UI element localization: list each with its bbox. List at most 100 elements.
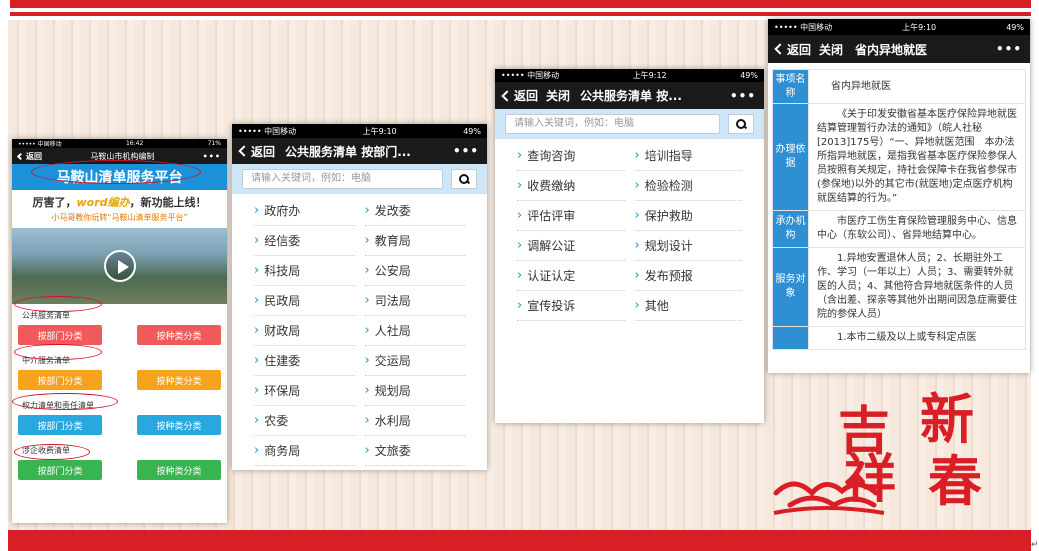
back-button[interactable]: 返回 [16,151,42,162]
grid-item-label: 规划局 [374,384,411,398]
close-button[interactable]: 关闭 [819,41,843,58]
grid-item[interactable]: › 规划局 [364,376,465,406]
chevron-right-icon: › [634,268,640,283]
grid-item[interactable]: › 保护救助 [634,201,742,231]
grid-item[interactable]: › 水利局 [364,406,465,436]
video-thumbnail[interactable] [12,228,227,304]
grid-item[interactable]: › 商务局 [254,436,355,466]
chevron-right-icon: › [364,203,370,218]
grid-item-label: 培训指导 [644,149,693,163]
grid-item[interactable]: › 人社局 [364,316,465,346]
grid-item[interactable]: › 认证认定 [517,261,625,291]
by-category-button[interactable]: 按种类分类 [137,460,221,480]
row-value: 《关于印发安徽省基本医疗保险异地就医结算管理暂行办法的通知》（皖人社秘[2013… [808,103,1026,211]
table-row: 1.本市二级及以上或专科定点医 [772,326,1026,350]
grid-item-label: 经信委 [264,234,301,248]
more-menu-icon[interactable]: ••• [996,42,1022,56]
by-department-button[interactable]: 按部门分类 [18,325,102,345]
chevron-right-icon: › [254,233,260,248]
phone-service-detail: ••••• 中国移动 上午9:10 49% 返回 关闭 省内异地就医 ••• 事… [768,19,1030,373]
back-button[interactable]: 返回 [238,143,275,160]
more-menu-icon[interactable]: ••• [453,144,479,158]
grid-item-label: 公安局 [374,264,411,278]
promo-subline: 小马哥教你玩转“马鞍山清单服务平台” [51,213,188,222]
grid-item-label: 发改委 [374,204,411,218]
by-department-button[interactable]: 按部门分类 [18,370,102,390]
battery-label: 49% [1006,22,1024,32]
status-bar: ••••• 中国移动 上午9:10 49% [768,19,1030,35]
by-department-button[interactable]: 按部门分类 [18,460,102,480]
grid-item[interactable]: › 培训指导 [634,141,742,171]
grid-item-label: 财政局 [264,324,301,338]
grid-item-label: 评估评审 [527,209,576,223]
row-value: 1.异地安置退休人员；2、长期驻外工作、学习（一年以上）人员；3、需要转外就医的… [808,247,1026,327]
row-label: 服务对象 [772,247,809,327]
grid-item[interactable]: › 宣传投诉 [517,291,625,321]
grid-item-label: 司法局 [374,294,411,308]
chevron-right-icon: › [254,443,260,458]
chevron-right-icon: › [364,233,370,248]
more-menu-icon[interactable]: ••• [730,89,756,103]
back-button[interactable]: 返回 [501,87,538,104]
close-button[interactable]: 关闭 [546,87,570,104]
chevron-right-icon: › [634,208,640,223]
grid-item[interactable]: › 政府办 [254,196,355,226]
table-row: 承办机构 市医疗工伤生育保险管理服务中心、信息中心（东软公司）、省异地结算中心。 [772,210,1026,248]
more-menu-icon[interactable]: ••• [203,152,221,161]
row-label: 事项名称 [772,69,809,104]
nav-title: 省内异地就医 [855,42,928,57]
grid-item-label: 人社局 [374,324,411,338]
highlight-ellipse [31,160,201,184]
search-button[interactable] [728,114,754,134]
grid-item[interactable]: › 其他 [634,291,742,321]
clock-label: 上午9:10 [362,126,397,136]
grid-item[interactable]: › 经信委 [254,226,355,256]
table-row: 办理依据 《关于印发安徽省基本医疗保险异地就医结算管理暂行办法的通知》（皖人社秘… [772,103,1026,211]
grid-item[interactable]: › 文旅委 [364,436,465,466]
by-category-button[interactable]: 按种类分类 [137,325,221,345]
search-input[interactable]: 请输入关键词，例如：电脑 [505,114,720,134]
chevron-right-icon: › [254,383,260,398]
back-button[interactable]: 返回 [774,41,811,58]
grid-item[interactable]: › 检验检测 [634,171,742,201]
grid-item[interactable]: › 农委 [254,406,355,436]
grid-item[interactable]: › 环保局 [254,376,355,406]
grid-item-label: 规划设计 [644,239,693,253]
row-label: 承办机构 [772,210,809,248]
grid-item[interactable]: › 交运局 [364,346,465,376]
grid-item[interactable]: › 发布预报 [634,261,742,291]
phone-by-category: ••••• 中国移动 上午9:12 49% 返回 关闭 公共服务清单 按... … [495,69,764,423]
grid-item[interactable]: › 财政局 [254,316,355,346]
grid-item[interactable]: › 查询咨询 [517,141,625,171]
search-input[interactable]: 请输入关键词，例如：电脑 [242,169,443,189]
grid-item-label: 环保局 [264,384,301,398]
chevron-right-icon: › [254,413,260,428]
by-department-button[interactable]: 按部门分类 [18,415,102,435]
new-year-decoration: 新 吉 春 祥 [770,375,1025,525]
grid-item[interactable]: › 公安局 [364,256,465,286]
by-category-button[interactable]: 按种类分类 [137,370,221,390]
grid-item[interactable]: › 民政局 [254,286,355,316]
chevron-left-icon [16,152,25,160]
grid-item[interactable]: › 教育局 [364,226,465,256]
grid-item-label: 查询咨询 [527,149,576,163]
nav-bar: 返回 公共服务清单 按部门... ••• [232,138,487,164]
grid-item[interactable]: › 调解公证 [517,231,625,261]
grid-item[interactable]: › 科技局 [254,256,355,286]
grid-item[interactable]: › 评估评审 [517,201,625,231]
search-button[interactable] [451,169,477,189]
play-icon[interactable] [103,250,136,282]
top-red-bar [10,0,1031,8]
battery-label: 49% [463,126,481,136]
chevron-right-icon: › [517,268,523,283]
by-category-button[interactable]: 按种类分类 [137,415,221,435]
search-icon [736,119,746,129]
grid-item[interactable]: › 住建委 [254,346,355,376]
grid-item[interactable]: › 收费缴纳 [517,171,625,201]
chevron-right-icon: › [517,208,523,223]
grid-item[interactable]: › 司法局 [364,286,465,316]
grid-item[interactable]: › 规划设计 [634,231,742,261]
battery-label: 71% [207,140,221,147]
grid-item[interactable]: › 发改委 [364,196,465,226]
clock-label: 上午9:12 [632,71,667,80]
